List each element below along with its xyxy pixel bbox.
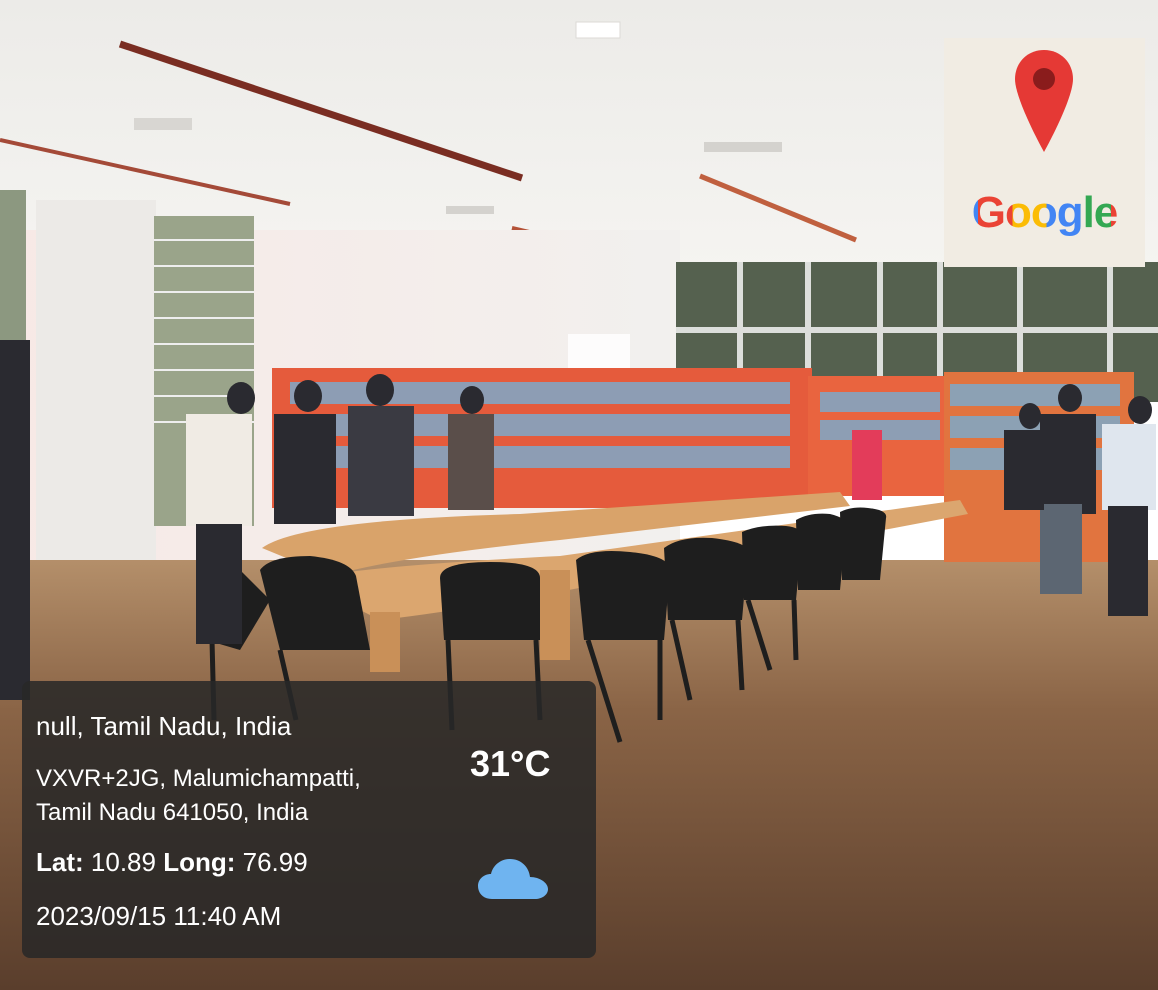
location-title: null, Tamil Nadu, India: [36, 711, 292, 741]
google-logo-text: Google: [944, 188, 1145, 238]
map-pin-icon: [1015, 50, 1073, 152]
geo-tag-overlay: null, Tamil Nadu, India VXVR+2JG, Malumi…: [22, 681, 596, 958]
address-line-1: VXVR+2JG, Malumichampatti,: [36, 765, 361, 792]
library-photo: Google null, Tamil Nadu, India VXVR+2JG,…: [0, 0, 1158, 990]
datetime-stamp: 2023/09/15 11:40 AM: [36, 901, 282, 931]
lat-label: Lat:: [36, 847, 84, 877]
long-value: 76.99: [242, 847, 308, 877]
cloud-icon: [478, 859, 548, 899]
lat-value: 10.89: [90, 847, 156, 877]
temperature: 31°C: [470, 743, 551, 784]
address-line-2: Tamil Nadu 641050, India: [36, 799, 309, 826]
long-label: Long:: [163, 847, 236, 877]
google-logo-card: Google: [944, 38, 1145, 267]
coordinates: Lat: 10.89 Long: 76.99: [36, 847, 308, 878]
